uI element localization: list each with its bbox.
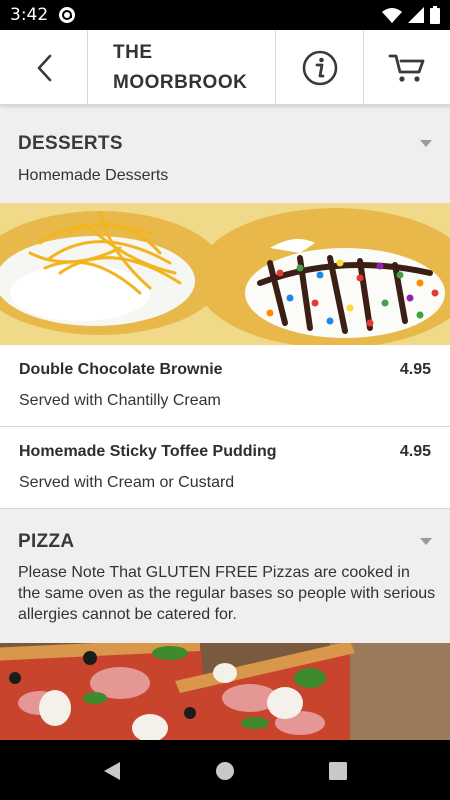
chevron-down-icon[interactable] (420, 538, 432, 545)
category-title: PIZZA (18, 531, 75, 552)
status-time: 3:42 (10, 5, 49, 25)
title-line-1: THE (113, 42, 153, 63)
home-circle-icon[interactable] (214, 760, 236, 782)
menu-content[interactable]: DESSERTS Homemade Desserts Double Chocol… (0, 105, 450, 740)
category-header-desserts[interactable]: DESSERTS Homemade Desserts (0, 105, 450, 203)
status-bar: 3:42 (0, 0, 450, 30)
chevron-down-icon[interactable] (420, 140, 432, 147)
desserts-photo (0, 203, 450, 345)
info-icon (302, 50, 337, 85)
item-name: Double Chocolate Brownie (19, 361, 223, 378)
category-description: Please Note That GLUTEN FREE Pizzas are … (18, 564, 436, 623)
item-price: 4.95 (399, 443, 431, 460)
restaurant-title: THE MOORBROOK (88, 30, 276, 105)
chevron-left-icon (37, 54, 51, 81)
app-header: THE MOORBROOK (0, 30, 450, 105)
item-description: Served with Chantilly Cream (19, 392, 221, 409)
info-button[interactable] (276, 30, 364, 105)
item-price: 4.95 (399, 361, 431, 378)
pizza-photo (0, 643, 450, 740)
recents-square-icon[interactable] (327, 760, 349, 782)
back-triangle-icon[interactable] (101, 760, 123, 782)
title-line-2: MOORBROOK (113, 72, 248, 93)
battery-icon (430, 6, 440, 24)
category-description: Homemade Desserts (18, 167, 169, 184)
system-nav-bar (0, 740, 450, 800)
category-title: DESSERTS (18, 133, 123, 154)
menu-item[interactable]: Homemade Sticky Toffee Pudding 4.95 Serv… (0, 427, 450, 509)
wifi-icon (382, 8, 402, 23)
item-name: Homemade Sticky Toffee Pudding (19, 443, 277, 460)
menu-item[interactable]: Double Chocolate Brownie 4.95 Served wit… (0, 345, 450, 427)
cart-icon (388, 54, 425, 82)
item-description: Served with Cream or Custard (19, 474, 235, 491)
signal-icon (408, 7, 424, 23)
category-header-pizza[interactable]: PIZZA Please Note That GLUTEN FREE Pizza… (0, 509, 450, 643)
cart-button[interactable] (364, 30, 450, 105)
at-sign-icon (59, 7, 75, 23)
back-button[interactable] (0, 30, 88, 105)
